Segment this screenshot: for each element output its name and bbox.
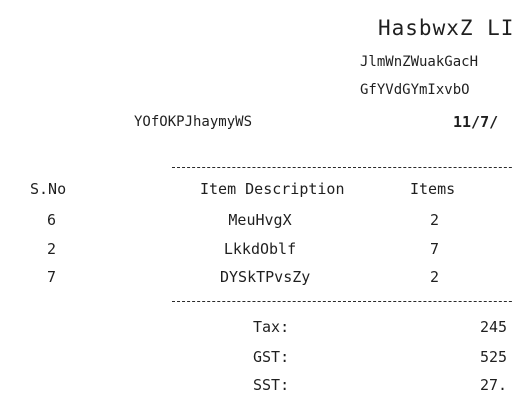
table-row: 6 MeuHvgX 2 — [0, 211, 512, 235]
table-row: 2 LkkdOblf 7 — [0, 240, 512, 264]
gst-label: GST: — [253, 348, 290, 366]
divider-top — [172, 167, 512, 168]
shop-name: HasbwxZ LIF — [378, 16, 512, 40]
row-description: LkkdOblf — [223, 240, 297, 258]
table-row: 7 DYSkTPvsZy 2 — [0, 268, 512, 292]
row-items: 2 — [430, 211, 440, 229]
row-items: 7 — [430, 240, 440, 258]
divider-bottom — [172, 301, 512, 302]
header-sno: S.No — [30, 180, 67, 198]
cashier-name: YOfOKPJhaymyWS — [134, 114, 253, 130]
sst-label: SST: — [253, 376, 290, 394]
address-line-2: GfYVdGYmIxvbO — [360, 82, 470, 98]
gst-value: 525 — [480, 348, 508, 366]
row-sno: 6 — [47, 211, 57, 229]
tax-label: Tax: — [253, 318, 290, 336]
row-description: MeuHvgX — [228, 211, 292, 229]
header-items: Items — [410, 180, 456, 198]
header-description: Item Description — [200, 180, 345, 198]
row-sno: 7 — [47, 268, 57, 286]
row-sno: 2 — [47, 240, 57, 258]
sst-value: 27. — [480, 376, 508, 394]
receipt-date: 11/7/ — [453, 113, 499, 131]
address-line-1: JlmWnZWuakGacH — [360, 54, 479, 70]
tax-value: 245 — [480, 318, 508, 336]
row-items: 2 — [430, 268, 440, 286]
row-description: DYSkTPvsZy — [220, 268, 311, 286]
